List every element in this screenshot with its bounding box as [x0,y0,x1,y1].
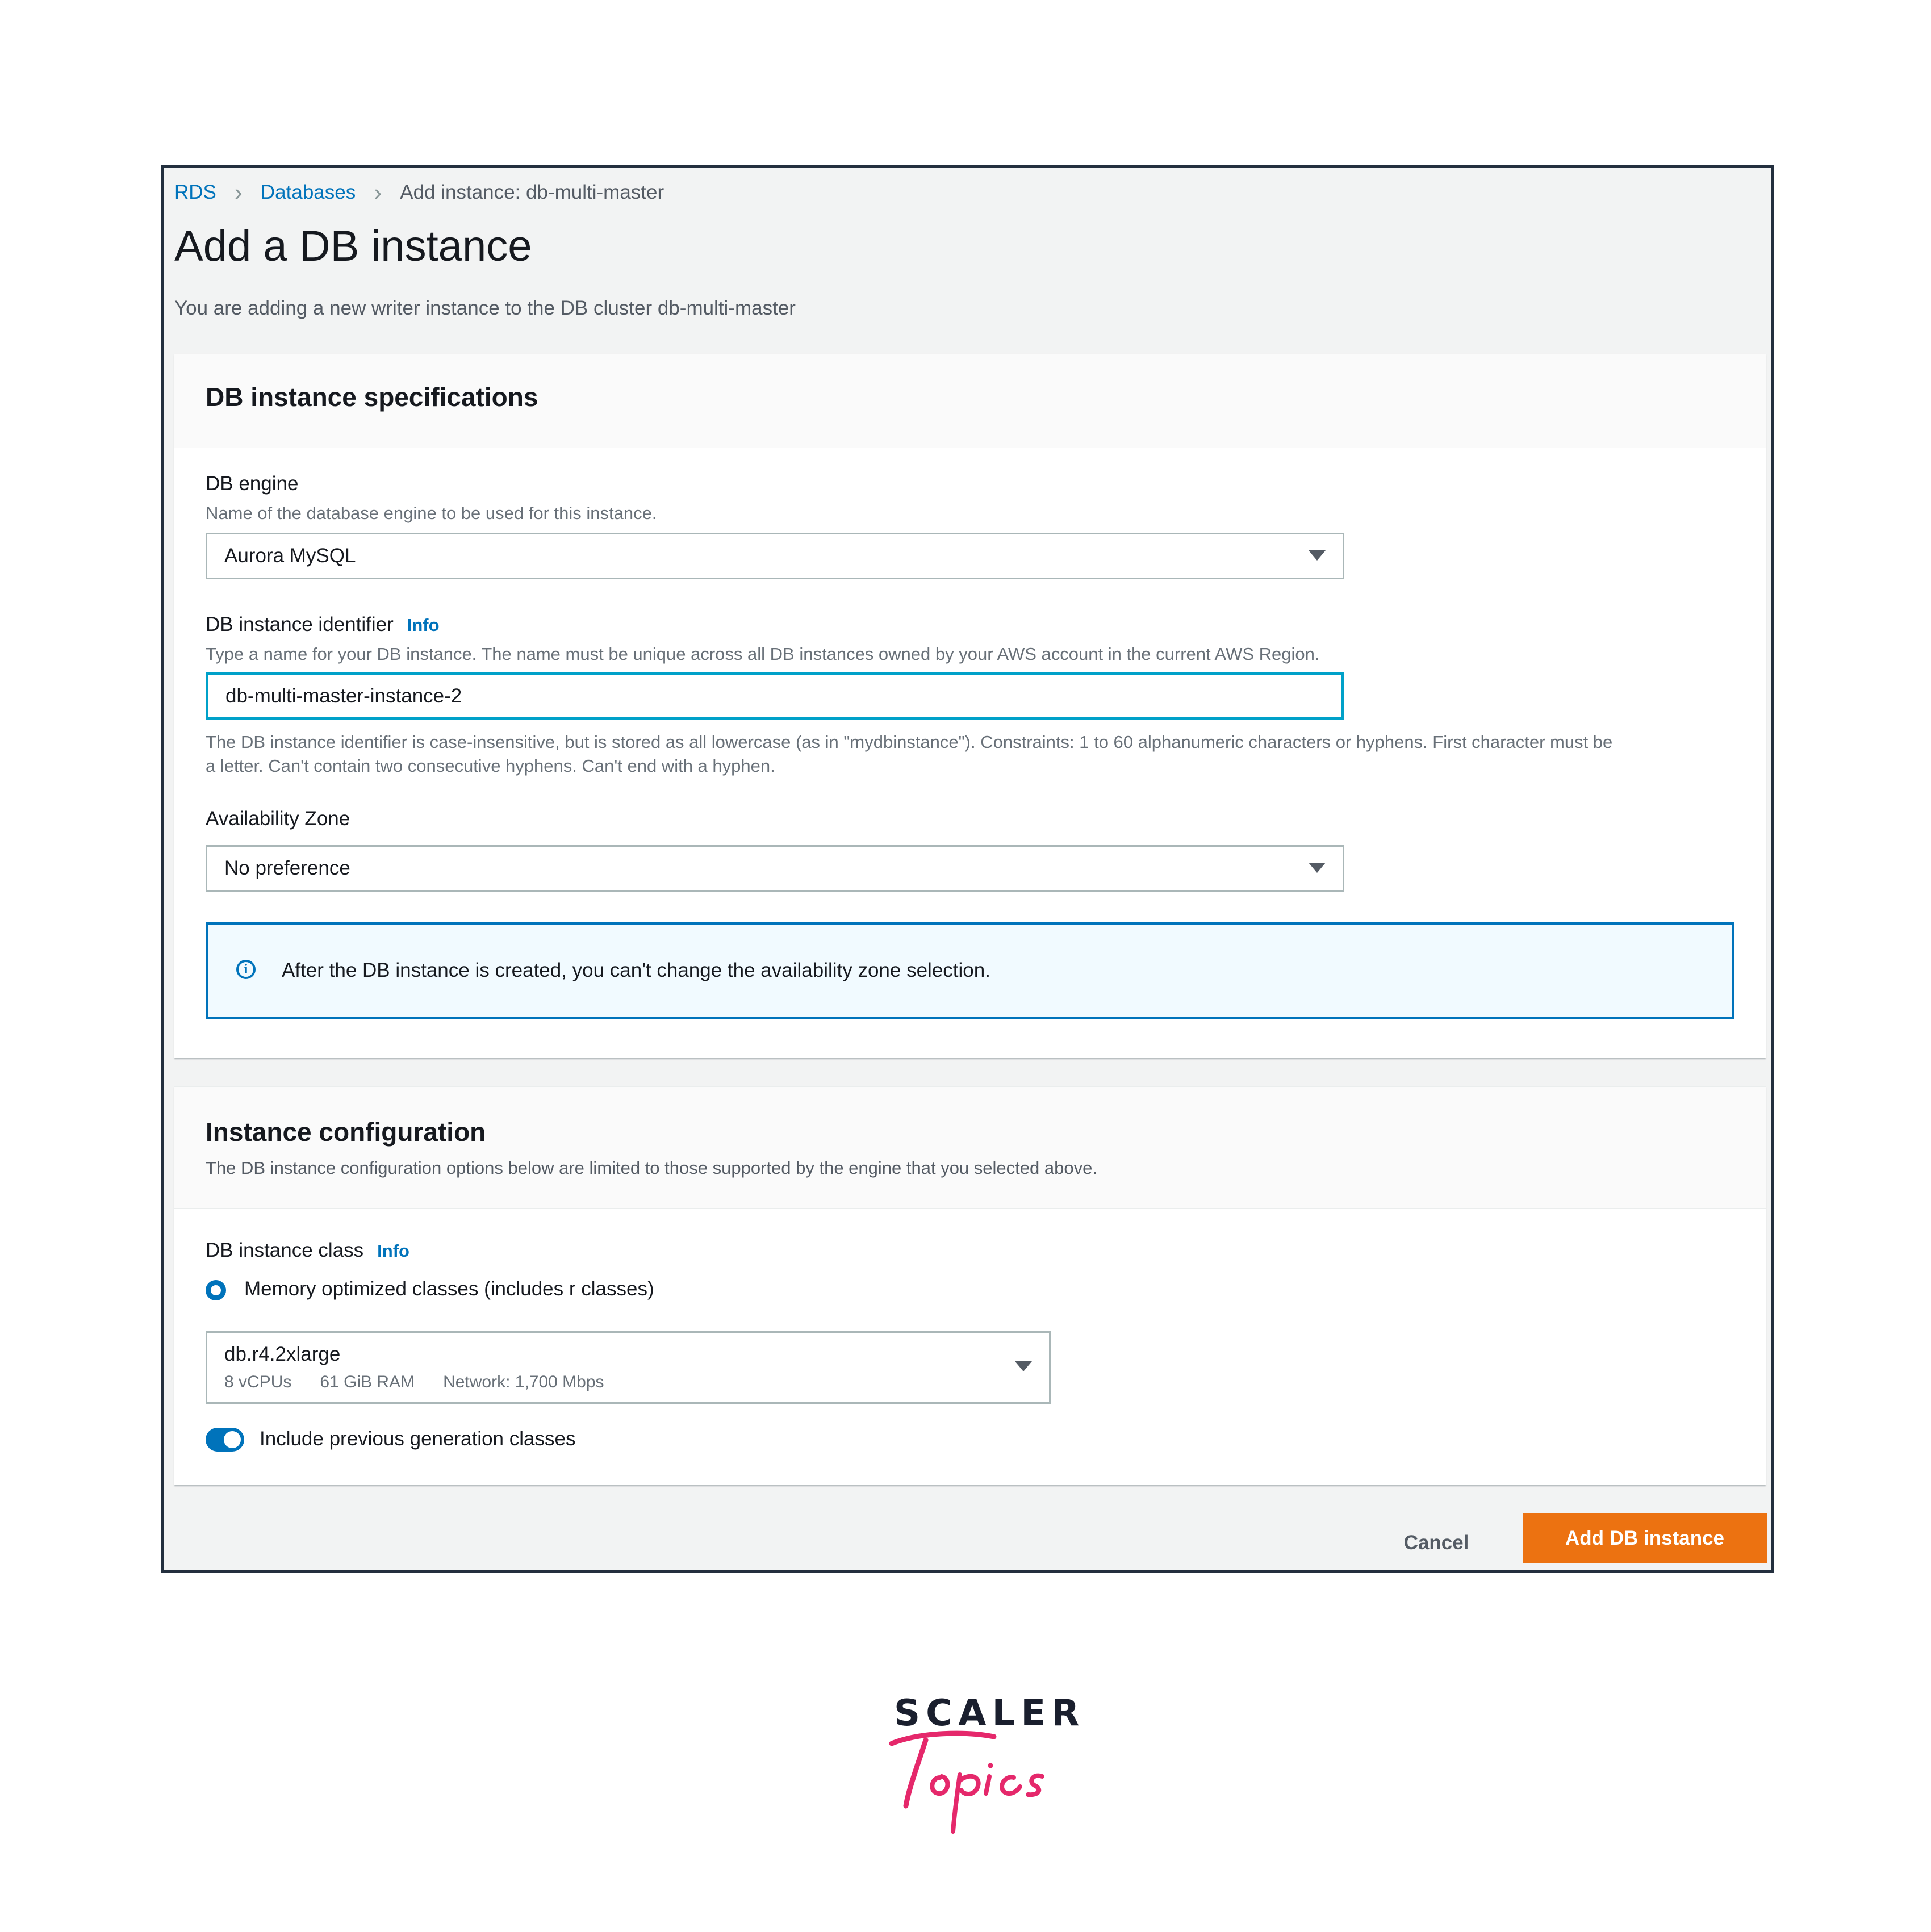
alert-text: After the DB instance is created, you ca… [282,959,990,981]
previous-generation-toggle[interactable] [206,1428,244,1452]
memory-optimized-radio-label: Memory optimized classes (includes r cla… [244,1278,654,1300]
identifier-label-text: DB instance identifier [206,613,394,635]
identifier-constraint-line: a letter. Can't contain two consecutive … [206,756,775,776]
panel-title: DB instance specifications [206,382,538,412]
breadcrumb-databases-link[interactable]: Databases [261,181,356,204]
breadcrumb-current: Add instance: db-multi-master [400,181,664,203]
breadcrumb-rds-link[interactable]: RDS [174,181,216,204]
db-instance-identifier-label: DB instance identifier Info [206,613,440,636]
identifier-constraint-line: The DB instance identifier is case-insen… [206,732,1613,752]
identifier-constraints: The DB instance identifier is case-insen… [206,730,1739,778]
availability-zone-info-alert: i After the DB instance is created, you … [206,922,1734,1019]
identifier-info-link[interactable]: Info [407,615,440,635]
db-engine-label: DB engine [206,472,299,495]
breadcrumb: RDS › Databases › Add instance: db-multi… [174,175,664,210]
caret-down-icon [1309,550,1326,561]
class-ram: 61 GiB RAM [320,1373,415,1391]
panel-header: Instance configuration The DB instance c… [174,1087,1766,1209]
class-network: Network: 1,700 Mbps [443,1373,604,1391]
db-instance-identifier-description: Type a name for your DB instance. The na… [206,644,1320,664]
class-info-link[interactable]: Info [377,1241,409,1261]
panel-description: The DB instance configuration options be… [206,1158,1097,1178]
info-circle-icon: i [236,960,256,979]
class-name: db.r4.2xlarge [224,1343,341,1365]
db-engine-value: Aurora MySQL [224,545,356,567]
cancel-button[interactable]: Cancel [1380,1519,1493,1567]
caret-down-icon [1015,1361,1032,1371]
class-label-text: DB instance class [206,1239,364,1261]
panel-title: Instance configuration [206,1117,486,1147]
page-subtitle: You are adding a new writer instance to … [174,297,796,319]
instance-configuration-panel: Instance configuration The DB instance c… [174,1086,1766,1485]
class-specs: 8 vCPUs 61 GiB RAM Network: 1,700 Mbps [224,1373,633,1392]
db-instance-class-select[interactable]: db.r4.2xlarge 8 vCPUs 61 GiB RAM Network… [206,1331,1051,1404]
db-instance-identifier-input[interactable] [206,672,1344,720]
availability-zone-label: Availability Zone [206,808,350,830]
toggle-knob [224,1431,241,1448]
db-instance-class-label: DB instance class Info [206,1239,409,1262]
scaler-topics-logo: SCALER [886,1692,1079,1840]
add-db-instance-button[interactable]: Add DB instance [1523,1513,1767,1563]
app-window: RDS › Databases › Add instance: db-multi… [161,165,1774,1573]
db-engine-select[interactable]: Aurora MySQL [206,533,1344,579]
panel-header: DB instance specifications [174,354,1766,448]
availability-zone-select[interactable]: No preference [206,845,1344,892]
availability-zone-value: No preference [224,857,350,879]
logo-topics-script [889,1730,1044,1834]
page-title: Add a DB instance [174,222,532,270]
chevron-right-icon: › [374,179,382,206]
chevron-right-icon: › [234,179,243,206]
caret-down-icon [1309,863,1326,873]
db-engine-description: Name of the database engine to be used f… [206,503,657,523]
memory-optimized-radio[interactable] [206,1280,226,1300]
class-vcpu: 8 vCPUs [224,1373,292,1391]
previous-generation-toggle-label: Include previous generation classes [260,1428,576,1450]
db-instance-specifications-panel: DB instance specifications DB engine Nam… [174,354,1766,1058]
